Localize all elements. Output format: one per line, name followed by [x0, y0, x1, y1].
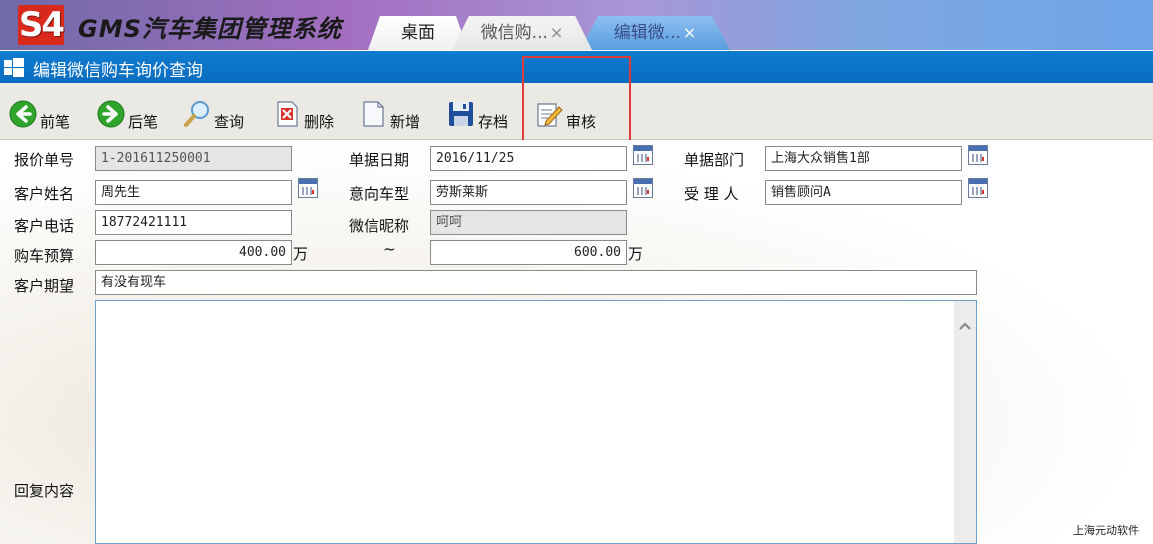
windows-icon — [4, 58, 24, 77]
calendar-icon[interactable] — [298, 178, 318, 198]
dept-label: 单据部门 — [684, 151, 745, 169]
reply-textarea[interactable] — [95, 300, 977, 544]
new-button[interactable]: 新增 — [358, 93, 420, 133]
prev-button[interactable]: 前笔 — [8, 93, 70, 133]
budget-min-field[interactable]: 400.00 — [95, 240, 292, 265]
quote-no-label: 报价单号 — [14, 151, 75, 169]
customer-phone-label: 客户电话 — [14, 217, 75, 235]
budget-separator: ~ — [383, 240, 396, 258]
reply-label: 回复内容 — [14, 482, 75, 500]
app-logo: S4 — [18, 5, 65, 45]
tab-edit-wechat[interactable]: 编辑微... × — [580, 16, 730, 50]
query-button[interactable]: 查询 — [182, 93, 244, 133]
vendor-credit: 上海元动软件 — [1073, 524, 1139, 537]
intended-model-field[interactable]: 劳斯莱斯 — [430, 180, 627, 205]
customer-name-field[interactable]: 周先生 — [95, 180, 292, 205]
calendar-icon[interactable] — [968, 178, 988, 198]
window-title: 编辑微信购车询价查询 — [33, 61, 203, 81]
chevron-up-icon[interactable] — [958, 319, 972, 333]
app-header: S4 GMS汽车集团管理系统 桌面 编辑微... × 微信购... × — [0, 0, 1153, 50]
next-button[interactable]: 后笔 — [96, 93, 158, 133]
delete-button[interactable]: 删除 — [272, 93, 334, 133]
calendar-icon[interactable] — [968, 145, 988, 165]
calendar-icon[interactable] — [633, 178, 653, 198]
magnifier-icon — [184, 101, 209, 127]
handler-field[interactable]: 销售顾问A — [765, 180, 962, 205]
budget-label: 购车预算 — [14, 247, 75, 265]
doc-date-field[interactable]: 2016/11/25 — [430, 146, 627, 171]
handler-label: 受 理 人 — [684, 185, 739, 203]
customer-phone-field[interactable]: 18772421111 — [95, 210, 292, 235]
tab-wechat-purchase[interactable]: 微信购... × — [452, 16, 592, 50]
intended-model-label: 意向车型 — [349, 185, 410, 203]
customer-name-label: 客户姓名 — [14, 185, 75, 203]
tab-label: 微信购... — [480, 23, 548, 43]
budget-max-field[interactable]: 600.00 — [430, 240, 627, 265]
budget-unit: 万 — [293, 245, 309, 263]
new-document-icon — [363, 101, 384, 127]
highlight-annotation — [522, 56, 631, 150]
arrow-right-icon — [97, 100, 125, 128]
close-icon[interactable]: × — [683, 16, 696, 50]
delete-document-icon — [277, 101, 298, 127]
dept-field[interactable]: 上海大众销售1部 — [765, 146, 962, 171]
tab-label: 桌面 — [401, 23, 435, 43]
form-area: 报价单号 1-201611250001 单据日期 2016/11/25 单据部门… — [0, 140, 1153, 544]
quote-no-field[interactable]: 1-201611250001 — [95, 146, 292, 171]
budget-unit: 万 — [628, 245, 644, 263]
expectation-label: 客户期望 — [14, 277, 75, 295]
calendar-icon[interactable] — [633, 145, 653, 165]
arrow-left-icon — [9, 100, 37, 128]
wechat-nick-label: 微信昵称 — [349, 217, 410, 235]
tab-label: 编辑微... — [613, 23, 681, 43]
vertical-scrollbar[interactable] — [954, 301, 976, 543]
wechat-nick-field[interactable]: 呵呵 — [430, 210, 627, 235]
floppy-disk-icon — [449, 102, 473, 126]
doc-date-label: 单据日期 — [349, 151, 410, 169]
expectation-field[interactable]: 有没有现车 — [95, 270, 977, 295]
close-icon[interactable]: × — [550, 16, 563, 50]
app-title: GMS汽车集团管理系统 — [78, 15, 342, 43]
save-button[interactable]: 存档 — [446, 93, 508, 133]
